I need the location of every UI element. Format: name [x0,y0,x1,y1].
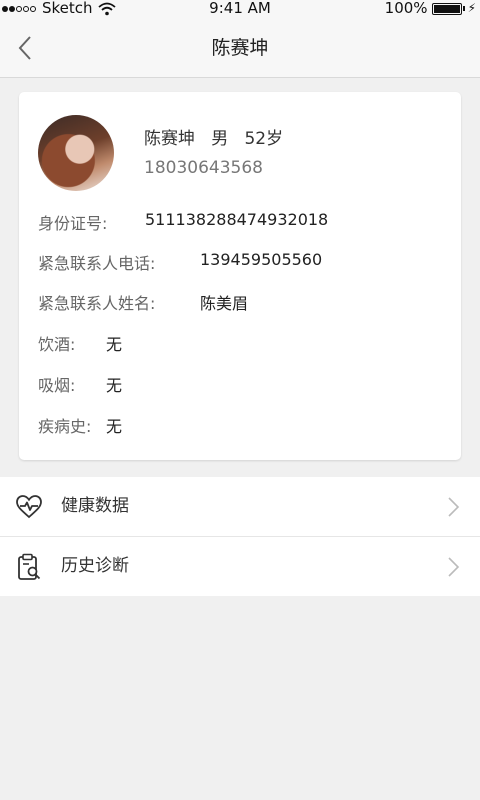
drinking-label: 饮酒: [38,335,76,354]
smoking-row: 吸烟: 无 [38,372,122,396]
status-right: 100% ⚡ [385,0,476,17]
emergency-phone-row: 紧急联系人电话: 139459505560 [38,250,322,274]
menu-item-label: 历史诊断 [61,556,129,576]
menu-list: 健康数据 历史诊断 [0,477,480,596]
id-number-value: 511138288474932018 [145,210,329,229]
emergency-phone-label: 紧急联系人电话: [38,254,156,273]
profile-header: 陈赛坤 男 52岁 [144,124,283,149]
status-bar: Sketch 9:41 AM 100% ⚡ [0,0,480,20]
charging-icon: ⚡ [467,1,476,15]
page-title: 陈赛坤 [211,37,269,59]
chevron-right-icon [448,497,460,517]
emergency-phone-value: 139459505560 [200,250,323,269]
chevron-right-icon [448,557,460,577]
menu-item-health-data[interactable]: 健康数据 [0,477,480,537]
battery-tip [462,6,465,11]
heart-pulse-icon [16,495,42,519]
profile-phone: 18030643568 [144,158,263,178]
drinking-row: 饮酒: 无 [38,331,122,355]
menu-item-history-diagnosis[interactable]: 历史诊断 [0,537,480,596]
avatar [38,115,114,191]
profile-card: 陈赛坤 男 52岁 18030643568 身份证号: 511138288474… [19,92,461,460]
smoking-label: 吸烟: [38,376,76,395]
emergency-name-value: 陈美眉 [200,294,249,313]
profile-gender: 男 [211,129,229,149]
battery-percent: 100% [384,0,428,17]
drinking-value: 无 [106,335,123,354]
emergency-name-label: 紧急联系人姓名: [38,294,156,313]
emergency-name-row: 紧急联系人姓名: 陈美眉 [38,290,248,314]
id-number-label: 身份证号: [38,214,108,233]
smoking-value: 无 [106,376,123,395]
battery-icon [431,2,462,15]
profile-name: 陈赛坤 [144,129,195,149]
profile-age: 52岁 [244,129,284,149]
medical-history-label: 疾病史: [38,417,92,436]
nav-bar: 陈赛坤 [0,20,480,78]
clipboard-search-icon [18,553,41,580]
menu-item-label: 健康数据 [61,496,129,516]
medical-history-row: 疾病史: 无 [38,413,122,437]
id-number-row: 身份证号: 511138288474932018 [38,210,328,234]
medical-history-value: 无 [106,417,123,436]
